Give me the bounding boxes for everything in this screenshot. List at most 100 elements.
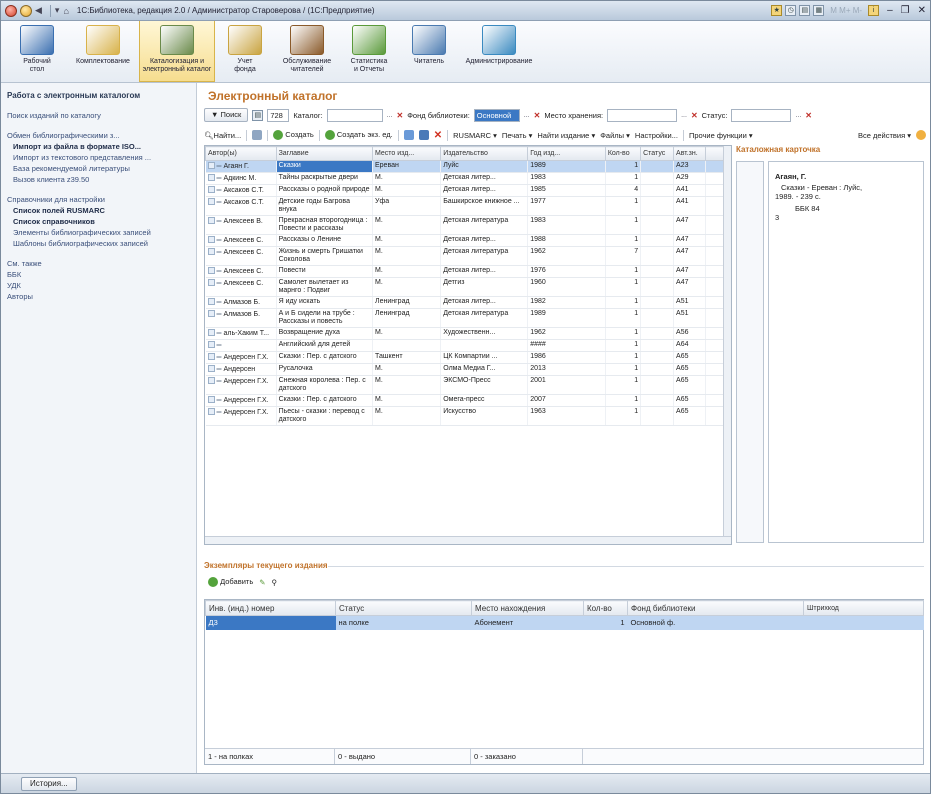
table-row[interactable]: ═ Андерсен Русалочка М. Олма Медиа Г... 2013 1…: [205, 363, 728, 376]
table-row[interactable]: ═ Алексеев С. Рассказы о Ленине М. Детская л…: [205, 234, 728, 247]
status-input[interactable]: [731, 108, 792, 122]
table-row[interactable]: ═ Аксаков С.Т. Рассказы о родной природе М.…: [205, 184, 728, 197]
print-icon[interactable]: ▤: [799, 5, 811, 16]
find-edition-button[interactable]: Найти издание ▾: [537, 131, 595, 140]
history-icon[interactable]: ◷: [785, 5, 797, 16]
column-header[interactable]: Статус: [640, 146, 675, 161]
status-select-icon[interactable]: ...: [795, 112, 801, 119]
catalog-input[interactable]: [326, 108, 383, 122]
table-row[interactable]: ═ Английский для детей #### 1 А64: [205, 339, 728, 352]
table-row[interactable]: ═ аль-Хаким Т... Возвращение духа М. Художес…: [205, 327, 728, 340]
catalog-clear-icon[interactable]: ✕: [397, 111, 404, 120]
storage-input[interactable]: [607, 108, 678, 122]
copy-icon[interactable]: [403, 130, 414, 140]
help-icon[interactable]: [916, 130, 926, 140]
settings-button[interactable]: Настройки...: [635, 131, 678, 140]
refresh-icon[interactable]: [252, 130, 263, 140]
horizontal-scrollbar[interactable]: [205, 536, 731, 544]
back-icon[interactable]: [20, 4, 32, 17]
sidebar-item-import-text[interactable]: Импорт из текстового представления ...: [7, 152, 190, 163]
section-0[interactable]: Рабочий стол: [7, 21, 67, 82]
section-6[interactable]: Читатель: [399, 21, 459, 82]
sidebar-item-biblio-templates[interactable]: Шаблоны библиографических записей: [7, 238, 190, 249]
fund-input[interactable]: Основной ф.: [473, 108, 520, 131]
minimize-button[interactable]: –: [887, 5, 893, 16]
section-4[interactable]: Обслуживание читателей: [275, 21, 339, 82]
create-button[interactable]: Создать: [273, 130, 314, 140]
files-button[interactable]: Файлы ▾: [600, 131, 630, 140]
storage-select-icon[interactable]: ...: [681, 112, 687, 119]
column-header[interactable]: Авт.зн.: [673, 146, 706, 161]
fund-select-icon[interactable]: ...: [524, 112, 530, 119]
dropdown-icon[interactable]: ▾: [55, 5, 60, 16]
rusmarc-button[interactable]: RUSMARC ▾: [453, 131, 497, 140]
section-3[interactable]: Учет фонда: [215, 21, 275, 82]
sidebar-item-udk[interactable]: УДК: [7, 280, 190, 291]
sidebar-item-z3950[interactable]: Вызов клиента z39.50: [7, 174, 190, 185]
table-row[interactable]: ═ Андерсен Г.Х. Сказки : Пер. с датского М.…: [205, 394, 728, 407]
catalog-select-icon[interactable]: ...: [387, 112, 393, 119]
find-copy-icon[interactable]: ⚲: [272, 578, 278, 587]
other-functions-button[interactable]: Прочие функции ▾: [689, 131, 753, 140]
table-row[interactable]: ═ Андерсен Г.Х. Пьесы - сказки : перевод с…: [205, 406, 728, 426]
copies-column-header[interactable]: Фонд библиотеки: [627, 600, 804, 616]
sidebar-item-bbk[interactable]: ББК: [7, 269, 190, 280]
favorites-icon[interactable]: ★: [771, 5, 783, 16]
nav-back-arrow-icon[interactable]: ◀: [35, 5, 42, 16]
table-row[interactable]: ═ Алексеев С. Жизнь и смерть Гришатки Соко…: [205, 246, 728, 266]
fund-clear-icon[interactable]: ✕: [534, 111, 541, 120]
table-row[interactable]: ═ Аксаков С.Т. Детские годы Багрова внука У…: [205, 196, 728, 216]
copies-column-header[interactable]: Статус: [335, 600, 472, 616]
sidebar-refs-header[interactable]: Справочники для настройки: [7, 194, 190, 205]
sidebar-item-import-iso[interactable]: Импорт из файла в формате ISO...: [7, 141, 190, 152]
history-button[interactable]: История...: [21, 777, 77, 791]
sidebar-item-recommended[interactable]: База рекомендуемой литературы: [7, 163, 190, 174]
copies-row[interactable]: Д3 на полке Абонемент 1 Основной ф.: [205, 615, 924, 630]
sidebar-exchange-header[interactable]: Обмен библиографическими з...: [7, 130, 190, 141]
column-header[interactable]: Место изд...: [371, 146, 442, 161]
all-actions-button[interactable]: Все действия ▾: [858, 131, 911, 140]
delete-icon[interactable]: ✕: [434, 130, 442, 141]
app-menu-icon[interactable]: [5, 4, 17, 17]
edit-icon[interactable]: [418, 130, 429, 140]
copies-column-header[interactable]: Штрихкод: [803, 600, 924, 616]
storage-clear-icon[interactable]: ✕: [691, 111, 698, 120]
copies-column-header[interactable]: Инв. (инд.) номер: [205, 600, 336, 616]
sidebar-item-rusmarc[interactable]: Список полей RUSMARC: [7, 205, 190, 216]
table-row[interactable]: ═ Андерсен Г.Х. Снежная королева : Пер. с …: [205, 375, 728, 395]
section-1[interactable]: Комплектование: [67, 21, 139, 82]
edit-copy-icon[interactable]: ✎: [259, 578, 265, 587]
column-header[interactable]: Кол-во: [604, 146, 642, 161]
print-button[interactable]: Печать ▾: [502, 131, 532, 140]
table-row[interactable]: ═ Адкинс М. Тайны раскрытые двери М. Детская…: [205, 172, 728, 185]
restore-button[interactable]: ❐: [901, 5, 910, 16]
info-icon[interactable]: i: [868, 5, 880, 16]
table-row[interactable]: ═ Алмазов Б. Я иду искать Ленинград Детская …: [205, 296, 728, 309]
table-row[interactable]: ═ Алексеев В. Прекрасная второгодница : По…: [205, 215, 728, 235]
table-row[interactable]: ═ Агаян Г. Сказки Ереван Луйс 1989 1 А23: [205, 160, 728, 173]
table-row[interactable]: ═ Алексеев С. Самолет вылетает из марнго :…: [205, 277, 728, 297]
sidebar-item-refs-list[interactable]: Список справочников: [7, 216, 190, 227]
calc-icon[interactable]: ▦: [813, 5, 825, 16]
table-row[interactable]: ═ Алмазов Б. А и Б сидели на трубе : Расск…: [205, 308, 728, 328]
close-button[interactable]: ✕: [918, 5, 926, 16]
copies-column-header[interactable]: Кол-во: [583, 600, 628, 616]
sidebar-search-link[interactable]: Поиск изданий по каталогу: [7, 110, 190, 121]
section-5[interactable]: Статистика и Отчеты: [339, 21, 399, 82]
table-row[interactable]: ═ Алексеев С. Повести М. Детская литер... 197…: [205, 265, 728, 278]
vertical-scrollbar[interactable]: [723, 146, 731, 544]
column-header[interactable]: Автор(ы): [205, 146, 277, 161]
find-button[interactable]: 🔍︎Найти...: [204, 131, 241, 140]
section-2[interactable]: Каталогизация и электронный каталог: [139, 21, 215, 82]
create-copy-button[interactable]: Создать экз. ед.: [324, 130, 393, 140]
add-copy-button[interactable]: Добавить: [208, 577, 253, 588]
column-header[interactable]: Издательство: [440, 146, 529, 161]
section-7[interactable]: Администрирование: [459, 21, 539, 82]
sidebar-item-authors[interactable]: Авторы: [7, 291, 190, 302]
home-icon[interactable]: ⌂: [63, 6, 68, 16]
column-header[interactable]: Год изд...: [527, 146, 606, 161]
status-clear-icon[interactable]: ✕: [805, 111, 812, 120]
search-button[interactable]: ▼ Поиск: [204, 108, 249, 122]
table-row[interactable]: ═ Андерсен Г.Х. Сказки : Пер. с датского Та…: [205, 351, 728, 364]
column-header[interactable]: Заглавие: [275, 146, 374, 161]
